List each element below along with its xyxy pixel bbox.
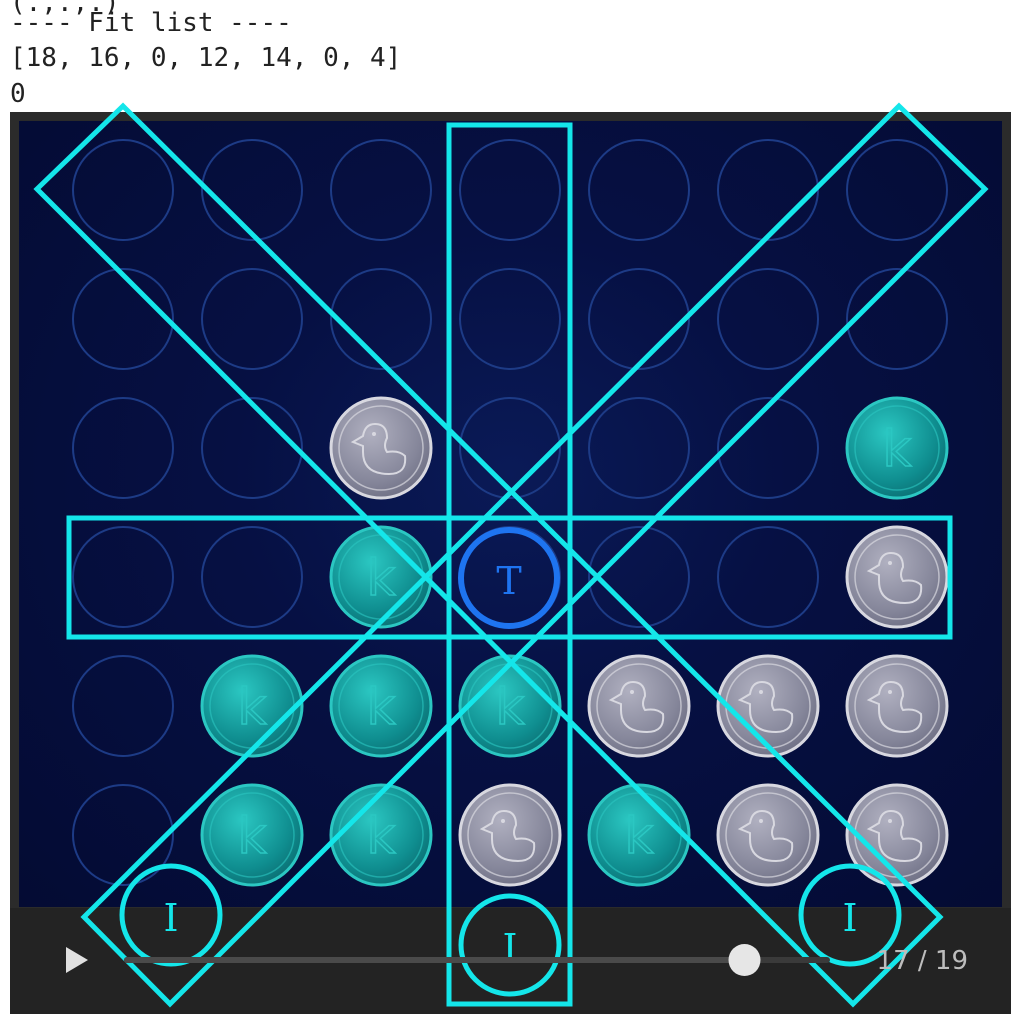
console-line: ---- Fit list ---- bbox=[10, 8, 292, 38]
console-line: [18, 16, 0, 12, 14, 0, 4] bbox=[10, 43, 402, 73]
player-controls bbox=[10, 908, 1011, 1014]
progress-slider-thumb[interactable] bbox=[728, 944, 761, 976]
console-output: (.,.,.) ---- Fit list ---- [18, 16, 0, 1… bbox=[10, 0, 1010, 112]
console-line: 0 bbox=[10, 79, 26, 109]
game-board bbox=[19, 121, 1002, 907]
